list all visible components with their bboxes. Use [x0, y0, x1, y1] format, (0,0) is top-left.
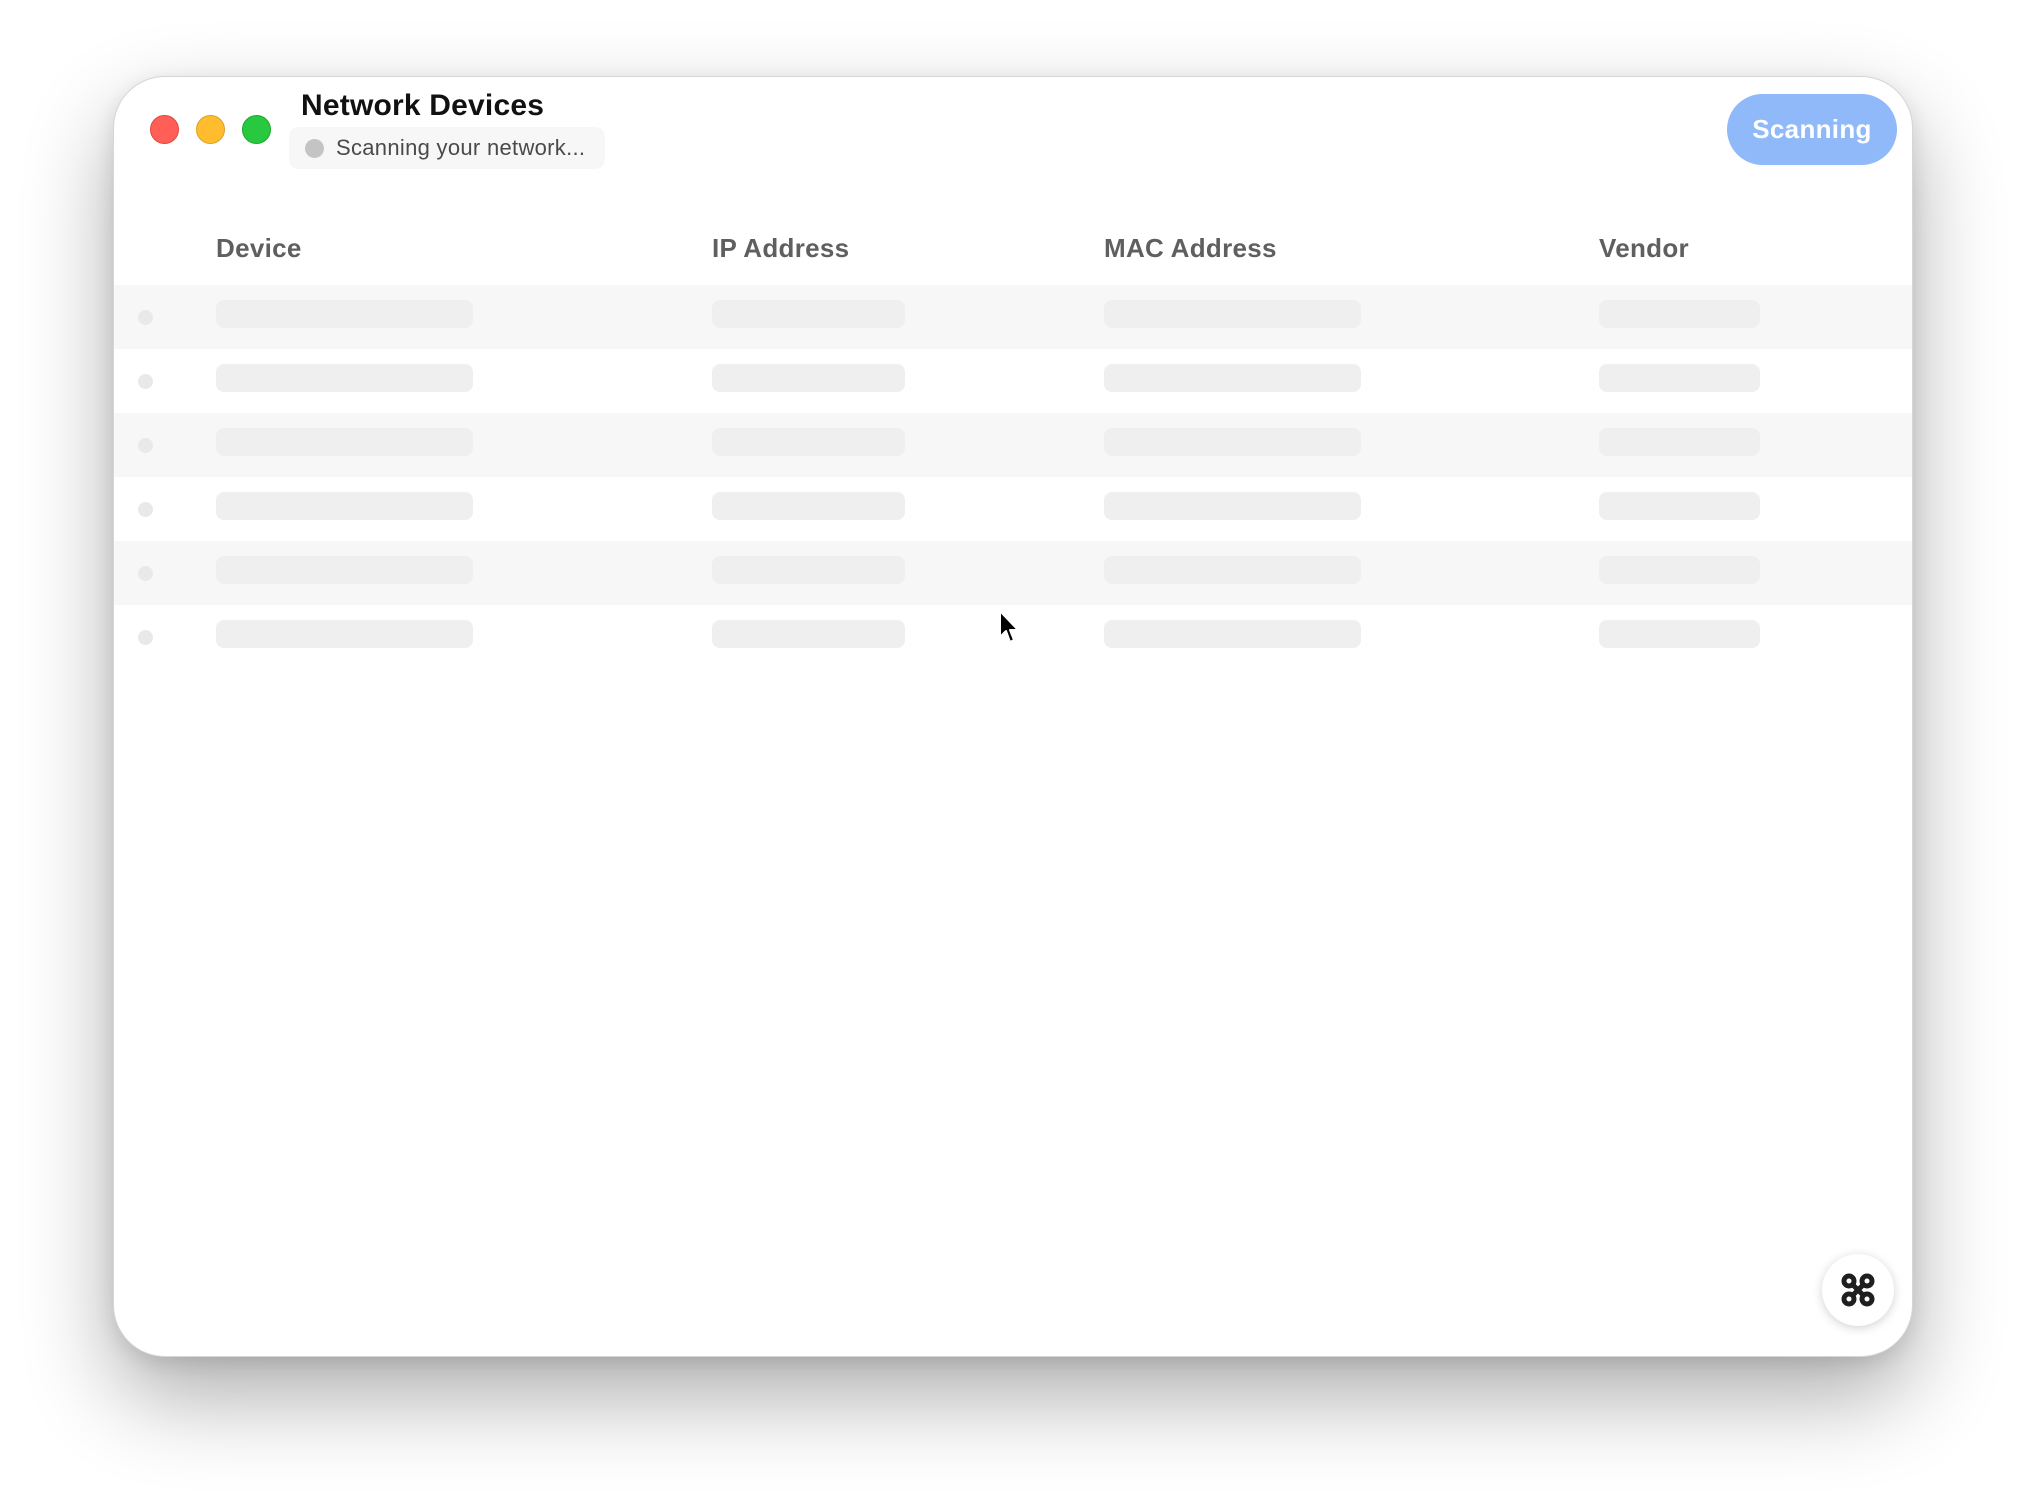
skeleton-mac	[1104, 364, 1361, 392]
column-header-device[interactable]: Device	[216, 233, 302, 264]
status-dot-icon	[305, 138, 324, 158]
column-header-ip-address[interactable]: IP Address	[712, 233, 849, 264]
skeleton-mac	[1104, 300, 1361, 328]
skeleton-ip	[712, 620, 905, 648]
devices-table: Device IP Address MAC Address Vendor	[114, 217, 1912, 669]
skeleton-device	[216, 300, 473, 328]
table-header: Device IP Address MAC Address Vendor	[114, 217, 1912, 285]
table-row[interactable]	[114, 285, 1912, 349]
column-header-vendor[interactable]: Vendor	[1599, 233, 1689, 264]
skeleton-device	[216, 620, 473, 648]
row-status-dot	[138, 566, 153, 581]
skeleton-mac	[1104, 556, 1361, 584]
status-text: Scanning your network...	[336, 135, 586, 160]
row-status-dot	[138, 310, 153, 325]
table-row[interactable]	[114, 413, 1912, 477]
row-status-dot	[138, 374, 153, 389]
skeleton-mac	[1104, 492, 1361, 520]
skeleton-device	[216, 364, 473, 392]
skeleton-ip	[712, 428, 905, 456]
column-header-mac-address[interactable]: MAC Address	[1104, 233, 1277, 264]
row-status-dot	[138, 438, 153, 453]
table-row[interactable]	[114, 541, 1912, 605]
skeleton-vendor	[1599, 364, 1760, 392]
skeleton-device	[216, 492, 473, 520]
skeleton-mac	[1104, 620, 1361, 648]
skeleton-ip	[712, 300, 905, 328]
skeleton-device	[216, 428, 473, 456]
command-icon	[1841, 1273, 1875, 1307]
skeleton-vendor	[1599, 300, 1760, 328]
row-status-dot	[138, 630, 153, 645]
scan-button[interactable]: Scanning	[1727, 94, 1897, 165]
skeleton-mac	[1104, 428, 1361, 456]
minimize-button[interactable]	[196, 115, 225, 144]
zoom-button[interactable]	[242, 115, 271, 144]
command-button[interactable]	[1822, 1254, 1894, 1326]
window-controls	[150, 115, 271, 144]
skeleton-ip	[712, 556, 905, 584]
table-row[interactable]	[114, 349, 1912, 413]
skeleton-ip	[712, 492, 905, 520]
window-title: Network Devices	[301, 89, 545, 122]
row-status-dot	[138, 502, 153, 517]
skeleton-device	[216, 556, 473, 584]
scan-status: Scanning your network...	[289, 127, 606, 169]
skeleton-vendor	[1599, 620, 1760, 648]
pointer-cursor-icon	[999, 610, 1019, 643]
table-row[interactable]	[114, 477, 1912, 541]
close-button[interactable]	[150, 115, 179, 144]
skeleton-ip	[712, 364, 905, 392]
skeleton-vendor	[1599, 492, 1760, 520]
skeleton-vendor	[1599, 556, 1760, 584]
app-window: Network Devices Scanning your network...…	[113, 76, 1913, 1357]
skeleton-vendor	[1599, 428, 1760, 456]
